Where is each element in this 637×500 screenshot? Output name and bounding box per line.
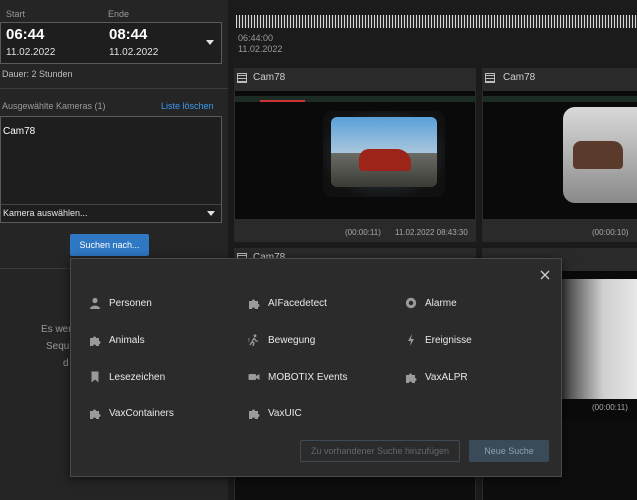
search-option-label: Ereignisse bbox=[425, 334, 472, 346]
selected-cameras-header: Ausgewählte Kameras (1) bbox=[2, 101, 106, 111]
search-option-animals[interactable]: Animals bbox=[89, 334, 145, 346]
puzzle-icon bbox=[89, 407, 101, 419]
search-option-bewegung[interactable]: Bewegung bbox=[248, 334, 315, 346]
person-icon bbox=[89, 297, 101, 309]
search-option-alarme[interactable]: Alarme bbox=[405, 297, 457, 309]
timeline-time: 06:44:00 bbox=[238, 33, 274, 43]
search-option-label: Animals bbox=[109, 334, 145, 346]
video-tile[interactable]: Cam78 (00:00:11) 11.02.2022 08:43:30 bbox=[234, 68, 476, 242]
start-date: 11.02.2022 bbox=[6, 47, 56, 58]
tile-offset: (00:00:10) bbox=[592, 228, 629, 237]
tile-offset: (00:00:11) bbox=[592, 403, 628, 412]
duration-text: Dauer: 2 Stunden bbox=[2, 69, 73, 79]
puzzle-icon bbox=[248, 407, 260, 419]
chevron-down-icon bbox=[207, 211, 215, 216]
timeline-date: 11.02.2022 bbox=[238, 44, 283, 54]
search-option-lesezeichen[interactable]: Lesezeichen bbox=[89, 371, 165, 383]
camera-list: Cam78 bbox=[0, 116, 222, 206]
puzzle-icon bbox=[248, 297, 260, 309]
video-picture bbox=[323, 111, 445, 197]
clear-list-link[interactable]: Liste löschen bbox=[161, 101, 214, 111]
tile-title: Cam78 bbox=[253, 72, 286, 83]
video-overlay-bar bbox=[483, 96, 637, 102]
hint-text-1: Es wer bbox=[41, 324, 72, 335]
video-picture bbox=[559, 279, 637, 399]
separator bbox=[0, 88, 228, 89]
search-option-mobotix-events[interactable]: MOBOTIX Events bbox=[248, 371, 347, 383]
puzzle-icon bbox=[405, 371, 417, 383]
search-option-vaxcontainers[interactable]: VaxContainers bbox=[89, 407, 174, 419]
video-car bbox=[359, 149, 411, 171]
chevron-down-icon bbox=[206, 40, 214, 45]
hint-text-3: d bbox=[63, 358, 69, 369]
end-time: 08:44 bbox=[109, 26, 148, 43]
new-search-button[interactable]: Neue Suche bbox=[469, 440, 549, 462]
end-date: 11.02.2022 bbox=[109, 47, 159, 58]
bookmark-icon bbox=[89, 371, 101, 383]
film-icon bbox=[237, 73, 247, 83]
motion-icon bbox=[248, 334, 260, 346]
hint-text-2: Sequ bbox=[46, 341, 70, 352]
video-sky bbox=[331, 117, 437, 153]
search-type-popup: Personen AIFacedetect Alarme Animals Bew… bbox=[70, 258, 562, 477]
tile-timestamp: 11.02.2022 08:43:30 bbox=[395, 228, 468, 237]
video-frame bbox=[235, 91, 475, 219]
search-option-vaxalpr[interactable]: VaxALPR bbox=[405, 371, 468, 383]
search-option-label: Alarme bbox=[425, 297, 457, 309]
film-icon bbox=[485, 73, 495, 83]
start-label: Start bbox=[6, 9, 26, 19]
add-to-existing-search-button[interactable]: Zu vorhandener Suche hinzufügen bbox=[300, 440, 460, 462]
video-car bbox=[573, 141, 623, 169]
search-option-label: VaxUIC bbox=[268, 407, 302, 419]
close-icon[interactable] bbox=[539, 269, 551, 281]
search-option-vaxuic[interactable]: VaxUIC bbox=[248, 407, 302, 419]
search-option-label: VaxALPR bbox=[425, 371, 468, 383]
camera-icon bbox=[248, 371, 260, 383]
timeline-bar[interactable] bbox=[236, 15, 637, 28]
video-frame bbox=[483, 91, 637, 219]
search-option-label: VaxContainers bbox=[109, 407, 174, 419]
search-option-label: MOBOTIX Events bbox=[268, 371, 348, 383]
start-time: 06:44 bbox=[6, 26, 45, 43]
search-for-button[interactable]: Suchen nach... bbox=[70, 234, 149, 256]
tile-offset: (00:00:11) bbox=[345, 228, 381, 237]
puzzle-icon bbox=[89, 334, 101, 346]
video-overlay-indicator bbox=[260, 100, 305, 102]
search-option-label: Personen bbox=[109, 297, 152, 309]
search-option-personen[interactable]: Personen bbox=[89, 297, 152, 309]
video-tile[interactable]: Cam78 (00:00:10) bbox=[482, 68, 637, 242]
search-option-label: AIFacedetect bbox=[268, 297, 327, 309]
end-label: Ende bbox=[108, 9, 130, 19]
search-option-label: Lesezeichen bbox=[109, 371, 166, 383]
search-option-label: Bewegung bbox=[268, 334, 316, 346]
alarm-icon bbox=[405, 297, 417, 309]
time-range-picker[interactable]: 06:44 11.02.2022 08:44 11.02.2022 bbox=[0, 22, 222, 64]
camera-select-placeholder: Kamera auswählen... bbox=[3, 208, 88, 218]
search-option-aifacedetect[interactable]: AIFacedetect bbox=[248, 297, 327, 309]
camera-select-dropdown[interactable]: Kamera auswählen... bbox=[0, 204, 222, 223]
video-picture bbox=[563, 107, 637, 203]
search-option-ereignisse[interactable]: Ereignisse bbox=[405, 334, 472, 346]
lightning-icon bbox=[405, 334, 417, 346]
camera-list-item[interactable]: Cam78 bbox=[3, 126, 35, 137]
tile-title: Cam78 bbox=[503, 72, 536, 83]
